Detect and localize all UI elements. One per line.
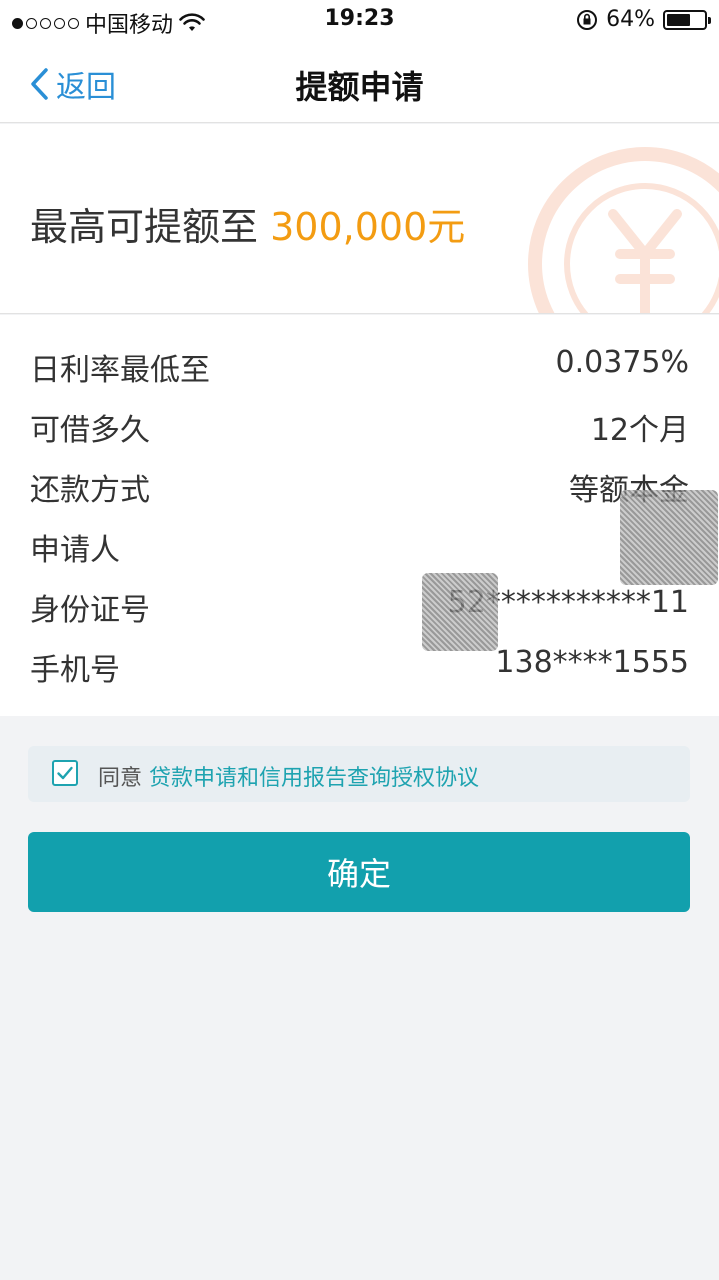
page-title: 提额申请: [295, 68, 424, 106]
credit-limit-label: 最高可提额至: [30, 205, 259, 249]
redaction-scribble: [620, 490, 718, 585]
credit-limit-text: 最高可提额至 300,000元: [30, 196, 465, 251]
agreement-prefix: 同意: [98, 766, 143, 791]
detail-row-applicant: 申请人: [0, 513, 719, 573]
detail-row-term: 可借多久 12个月: [0, 393, 719, 453]
detail-row-repayment: 还款方式 等额本金: [0, 453, 719, 513]
agreement-link[interactable]: 贷款申请和信用报告查询授权协议: [149, 766, 479, 791]
agreement-text: 同意 贷款申请和信用报告查询授权协议: [98, 760, 479, 792]
agreement-checkbox[interactable]: [52, 760, 78, 786]
agreement-bar: 同意 贷款申请和信用报告查询授权协议: [28, 746, 690, 802]
detail-label: 还款方式: [30, 473, 150, 508]
yuan-seal-icon: [528, 147, 719, 313]
credit-limit-banner: 最高可提额至 300,000元: [0, 124, 719, 314]
battery-percent: 64%: [606, 7, 655, 32]
detail-value: 12个月: [590, 413, 689, 448]
detail-row-phone: 手机号 138****1555: [0, 633, 719, 693]
checkmark-icon: [57, 766, 73, 780]
detail-row-rate: 日利率最低至 0.0375%: [0, 333, 719, 393]
detail-label: 可借多久: [30, 413, 150, 448]
rotation-lock-icon: [577, 9, 598, 30]
nav-bar: 返回 提额申请: [0, 40, 719, 123]
detail-label: 手机号: [30, 653, 120, 688]
detail-label: 日利率最低至: [30, 353, 210, 388]
application-details: 日利率最低至 0.0375% 可借多久 12个月 还款方式 等额本金 申请人 身…: [0, 315, 719, 716]
detail-label: 身份证号: [30, 593, 150, 628]
credit-limit-amount: 300,000元: [270, 205, 466, 249]
detail-row-id-number: 身份证号 52***********11: [0, 573, 719, 633]
detail-value: 138****1555: [495, 645, 689, 680]
detail-value: 0.0375%: [555, 345, 689, 380]
detail-label: 申请人: [30, 533, 120, 568]
redaction-scribble: [422, 573, 498, 651]
battery-group: 64%: [576, 7, 711, 32]
confirm-button[interactable]: 确定: [28, 832, 690, 912]
status-bar: 中国移动 19:23 64%: [0, 0, 719, 40]
battery-icon: [663, 9, 711, 30]
